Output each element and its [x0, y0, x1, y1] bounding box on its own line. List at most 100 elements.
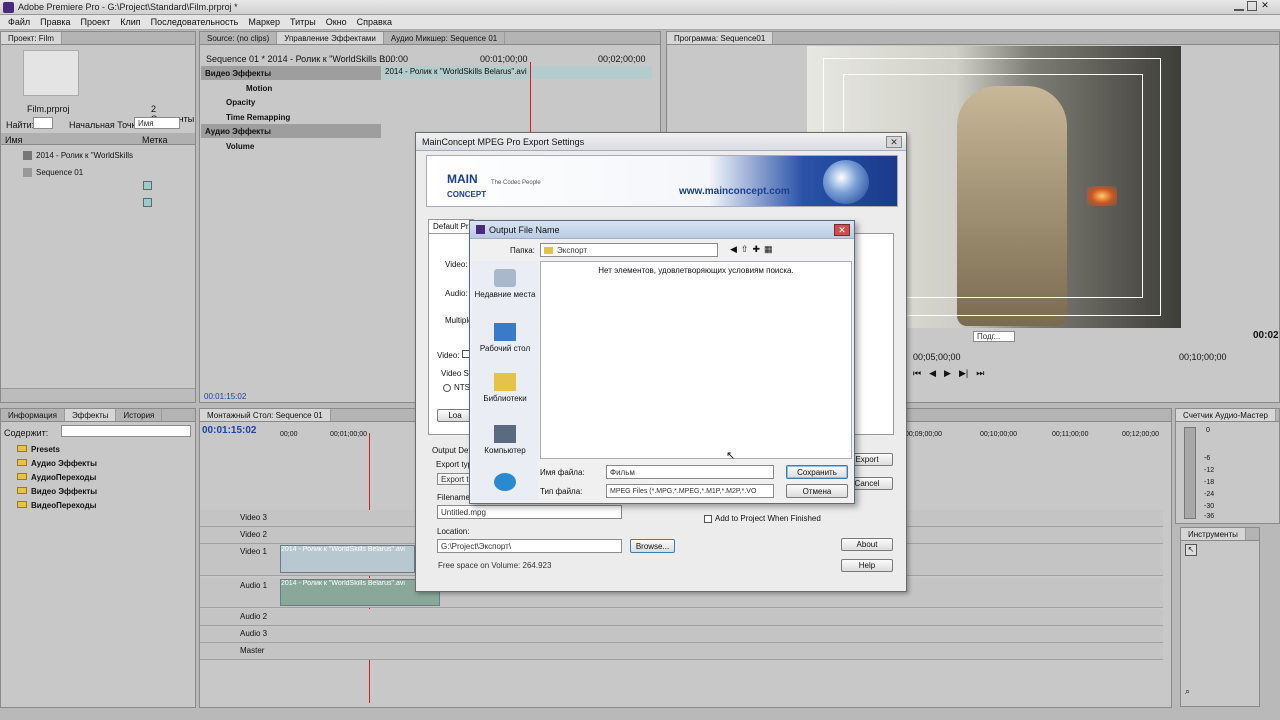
motion-effect[interactable]: Motion — [206, 81, 381, 95]
mc-about-button[interactable]: About — [841, 538, 893, 551]
place-network[interactable] — [472, 473, 538, 494]
menu-clip[interactable]: Клип — [115, 15, 145, 29]
ofn-filetype-select[interactable]: MPEG Files (*.MPG,*.MPEG,*.M1P,*.M2P,*.V… — [606, 484, 774, 498]
forward-icon[interactable]: ▶| — [959, 368, 968, 382]
back-icon[interactable]: ◀ — [730, 244, 737, 255]
program-timecode: 00:02 — [1253, 330, 1279, 341]
play-icon[interactable]: ▶ — [944, 368, 951, 382]
col-label[interactable]: Метка — [142, 135, 168, 145]
folder-audio-effects[interactable]: Аудио Эффекты — [31, 459, 97, 468]
ofn-close-icon[interactable]: ✕ — [834, 224, 850, 236]
project-panel: Проект: Film Film.prproj 2 Элементы Найт… — [0, 31, 196, 403]
folder-video-transitions[interactable]: ВидеоПереходы — [31, 501, 96, 510]
ruler-start: :00:00 — [383, 54, 409, 64]
mc-url: www.mainconcept.com — [679, 186, 790, 197]
folder-audio-transitions[interactable]: АудиоПереходы — [31, 473, 96, 482]
up-folder-icon[interactable]: ⇧ — [741, 244, 749, 255]
mc-tab[interactable]: Default Pr — [428, 219, 474, 233]
list-item[interactable]: Sequence 01 — [19, 165, 189, 179]
track-audio2[interactable]: Audio 2 — [200, 609, 1163, 626]
volume-effect[interactable]: Volume — [206, 139, 381, 153]
place-recent[interactable]: Недавние места — [472, 269, 538, 299]
tab-audio-meter[interactable]: Счетчик Аудио-Мастер — [1176, 409, 1276, 421]
db-18: -18 — [1204, 479, 1215, 486]
place-computer[interactable]: Компьютер — [472, 425, 538, 455]
view-menu-icon[interactable]: ▦ — [764, 244, 773, 255]
tab-tools[interactable]: Инструменты — [1181, 528, 1246, 540]
mc-help-button[interactable]: Help — [841, 559, 893, 572]
tab-program[interactable]: Программа: Sequence01 — [667, 32, 774, 44]
mc-slogan: The Codec People — [491, 180, 541, 186]
folder-icon — [17, 473, 27, 480]
col-name[interactable]: Имя — [5, 135, 23, 145]
find-input[interactable] — [33, 117, 53, 129]
mc-ntsc-radio[interactable] — [443, 384, 451, 392]
mc-filename-input[interactable]: Untitled.mpg — [437, 505, 622, 519]
menu-file[interactable]: Файл — [3, 15, 35, 29]
opacity-effect[interactable]: Opacity — [206, 95, 381, 109]
mc-close-icon[interactable]: ✕ — [886, 136, 902, 148]
menu-project[interactable]: Проект — [76, 15, 116, 29]
ruler-label: 00;00 — [280, 431, 298, 438]
mc-output-details-label: Output Det — [432, 446, 471, 455]
mc-browse-button[interactable]: Browse... — [630, 539, 675, 553]
close-icon[interactable]: ✕ — [1260, 1, 1270, 11]
rewind-icon[interactable]: ◀ — [929, 368, 936, 382]
folder-video-effects[interactable]: Видео Эффекты — [31, 487, 97, 496]
ruler-label: 00;11;00;00 — [1052, 431, 1089, 438]
effects-search-input[interactable] — [61, 425, 191, 437]
track-master[interactable]: Master — [200, 643, 1163, 660]
menu-titles[interactable]: Титры — [285, 15, 321, 29]
place-desktop-label: Рабочий стол — [479, 344, 531, 353]
time-remap-effect[interactable]: Time Remapping — [206, 110, 381, 124]
folder-presets[interactable]: Presets — [31, 445, 60, 454]
fit-select[interactable]: Подг... — [973, 331, 1015, 342]
menu-marker[interactable]: Маркер — [243, 15, 285, 29]
output-file-dialog: Output File Name ✕ Папка: Экспорт ◀ ⇧ ✚ … — [469, 220, 855, 504]
selection-tool-icon[interactable]: ↖ — [1185, 544, 1197, 556]
tools-tabbar: Инструменты — [1181, 528, 1259, 541]
menu-sequence[interactable]: Последовательность — [146, 15, 244, 29]
mc-add-to-project-checkbox[interactable] — [704, 515, 712, 523]
tab-history[interactable]: История — [116, 409, 163, 421]
ofn-filename-input[interactable]: Фильм — [606, 465, 774, 479]
new-folder-icon[interactable]: ✚ — [752, 244, 760, 255]
minimize-icon[interactable] — [1234, 1, 1244, 11]
zoom-tool-icon[interactable]: ⌕ — [1185, 686, 1190, 697]
ecp-timecode[interactable]: 00:01:15:02 — [204, 392, 246, 401]
tab-timeline[interactable]: Монтажный Стол: Sequence 01 — [200, 409, 331, 421]
menu-help[interactable]: Справка — [352, 15, 397, 29]
ofn-file-list[interactable]: Нет элементов, удовлетворяющих условиям … — [540, 261, 852, 459]
list-item-label: Sequence 01 — [36, 167, 84, 177]
mc-location-input[interactable]: G:\Project\Экспорт\ — [437, 539, 622, 553]
contains-label: Содержит: — [4, 428, 49, 438]
tab-project[interactable]: Проект: Film — [1, 32, 62, 44]
timeline-timecode[interactable]: 00:01:15:02 — [202, 425, 256, 436]
place-computer-label: Компьютер — [484, 446, 526, 455]
step-forward-icon[interactable]: ⏭ — [976, 368, 984, 382]
track-audio3[interactable]: Audio 3 — [200, 626, 1163, 643]
tab-effect-controls[interactable]: Управление Эффектами — [277, 32, 384, 44]
tab-audio-mixer[interactable]: Аудио Микшер: Sequence 01 — [384, 32, 506, 44]
tab-info[interactable]: Информация — [1, 409, 65, 421]
maximize-icon[interactable] — [1247, 1, 1257, 11]
menu-window[interactable]: Окно — [321, 15, 352, 29]
step-back-icon[interactable]: ⏮ — [913, 368, 921, 382]
tab-source[interactable]: Source: (no clips) — [200, 32, 278, 44]
place-desktop[interactable]: Рабочий стол — [472, 323, 538, 353]
video-clip[interactable]: 2014 - Ролик к "WorldSkills Belarus".avi — [280, 545, 415, 573]
folder-icon — [17, 501, 27, 508]
ofn-cancel-button[interactable]: Отмена — [786, 484, 848, 498]
window-controls[interactable]: ✕ — [1234, 1, 1274, 13]
entry-point-select[interactable]: Имя — [134, 117, 180, 129]
mc-load-button[interactable]: Loa — [437, 409, 473, 422]
mc-ntsc-label: NTS — [454, 383, 470, 392]
project-list-header: Имя Метка — [1, 133, 195, 145]
place-libraries[interactable]: Библиотеки — [472, 373, 538, 403]
list-item[interactable]: 2014 - Ролик к "WorldSkills — [19, 148, 189, 162]
menu-edit[interactable]: Правка — [35, 15, 75, 29]
tab-effects[interactable]: Эффекты — [64, 409, 117, 421]
ofn-folder-select[interactable]: Экспорт — [540, 243, 718, 257]
db-12: -12 — [1204, 467, 1215, 474]
ofn-save-button[interactable]: Сохранить — [786, 465, 848, 479]
